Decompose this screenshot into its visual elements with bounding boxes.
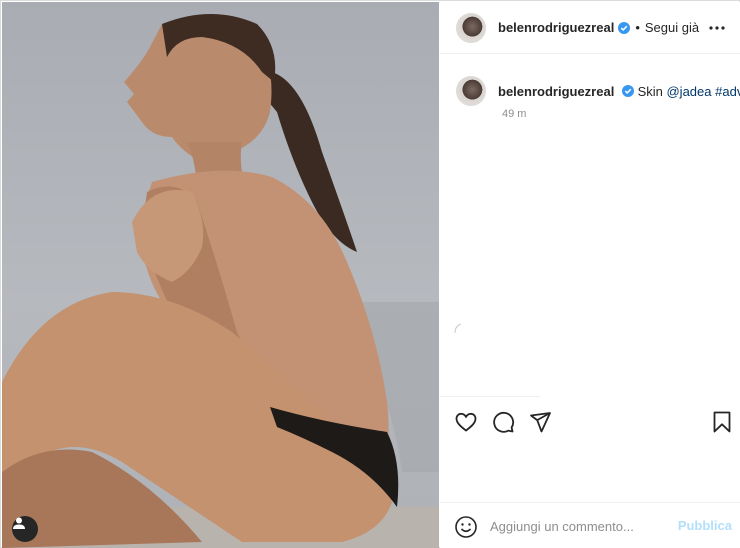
header-username[interactable]: belenrodriguezreal bbox=[498, 20, 614, 35]
post-timestamp[interactable]: 49 m bbox=[502, 108, 526, 120]
comment-bar: Pubblica bbox=[440, 502, 740, 548]
publish-button[interactable]: Pubblica bbox=[678, 518, 732, 533]
post-header: belenrodriguezreal • Segui già bbox=[440, 2, 740, 54]
loading-spinner-icon bbox=[454, 323, 462, 334]
photo-illustration bbox=[2, 14, 439, 548]
caption-mention-link[interactable]: @jadea bbox=[666, 84, 711, 99]
post-caption: belenrodriguezreal Skin @jadea #adv 49 m bbox=[456, 76, 740, 120]
user-tag-icon[interactable] bbox=[12, 516, 38, 542]
caption-hashtag-link[interactable]: #adv bbox=[715, 84, 740, 99]
action-bar bbox=[440, 404, 740, 440]
verified-badge-icon bbox=[621, 84, 634, 97]
verified-badge-icon bbox=[618, 21, 631, 34]
caption-text: belenrodriguezreal Skin @jadea #adv bbox=[498, 84, 740, 99]
post-image[interactable] bbox=[2, 2, 439, 548]
heart-icon[interactable] bbox=[454, 410, 478, 434]
comment-input[interactable] bbox=[490, 515, 670, 537]
emoji-icon[interactable] bbox=[454, 515, 478, 539]
share-icon[interactable] bbox=[528, 410, 552, 434]
bookmark-icon[interactable] bbox=[710, 410, 734, 434]
caption-body: Skin bbox=[637, 83, 663, 99]
divider bbox=[440, 396, 540, 397]
comment-icon[interactable] bbox=[491, 410, 515, 434]
post-sidebar: belenrodriguezreal • Segui già belenrodr… bbox=[440, 2, 740, 548]
caption-avatar[interactable] bbox=[456, 76, 486, 106]
follow-status-button[interactable]: Segui già bbox=[645, 20, 699, 35]
caption-username[interactable]: belenrodriguezreal bbox=[498, 84, 614, 99]
avatar[interactable] bbox=[456, 12, 486, 43]
separator-dot: • bbox=[635, 20, 640, 35]
post-dialog: belenrodriguezreal • Segui già belenrodr… bbox=[0, 0, 740, 548]
more-options-icon[interactable] bbox=[708, 20, 726, 36]
